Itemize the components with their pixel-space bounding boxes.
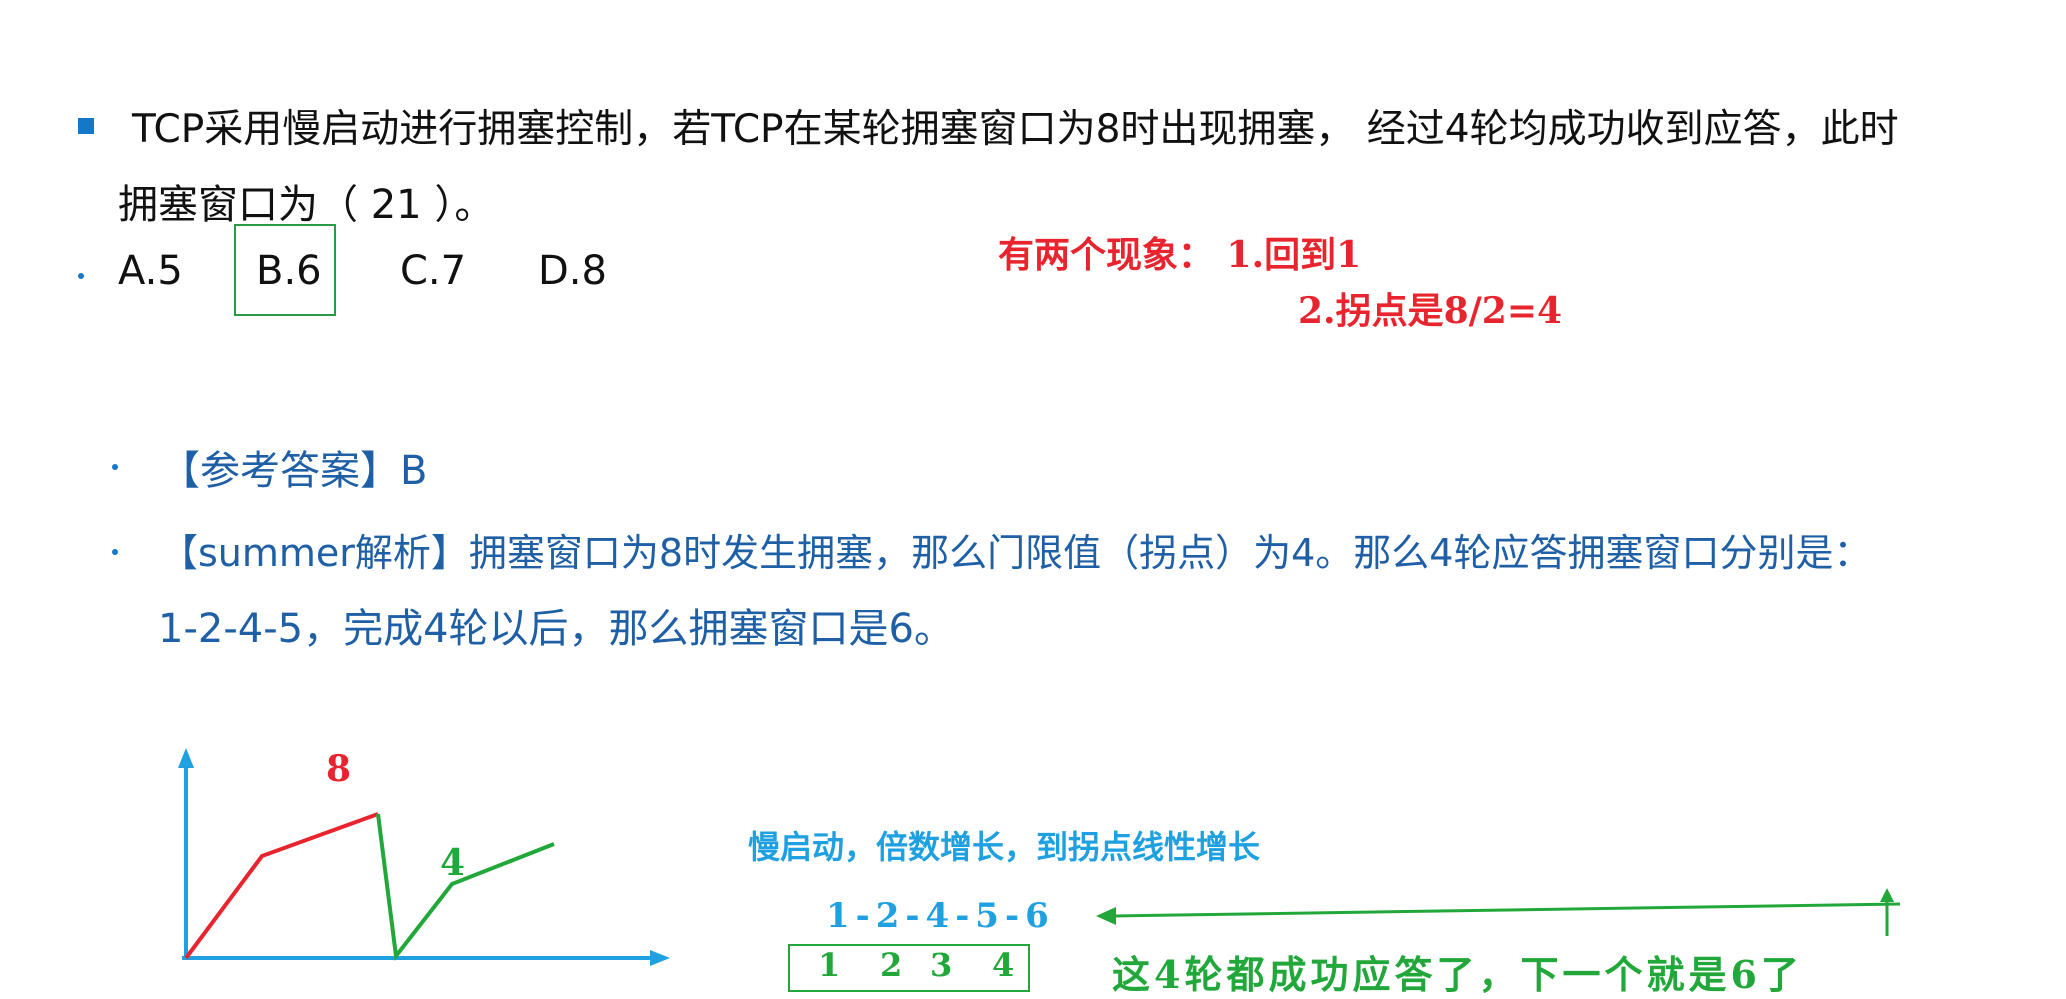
graph-label-threshold: 4 [440, 842, 466, 884]
round-1: 1 [818, 946, 841, 984]
analysis-line-2: 1-2-4-5，完成4轮以后，那么拥塞窗口是6。 [158, 606, 954, 652]
up-arrow [1880, 888, 1894, 936]
y-axis-arrow-icon [178, 748, 194, 768]
analysis-bullet-icon [112, 549, 118, 555]
option-c: C.7 [400, 248, 467, 294]
annotation-line-2: 2.拐点是8/2=4 [1298, 290, 1563, 332]
recovery-curve [376, 813, 555, 962]
sequence-note: 1-2-4-5-6 [826, 896, 1055, 936]
sequence-arrow [1096, 902, 1901, 925]
round-4: 4 [992, 946, 1015, 984]
round-3: 3 [930, 946, 953, 984]
left-arrow-icon [1096, 907, 1116, 925]
question-line-1: TCP采用慢启动进行拥塞控制，若TCP在某轮拥塞窗口为8时出现拥塞， 经过4轮均… [132, 107, 1899, 152]
question-line-2: 拥塞窗口为（ 21 ）。 [118, 182, 495, 228]
option-d: D.8 [538, 248, 607, 294]
slow-start-curve [184, 812, 379, 960]
option-b: B.6 [256, 248, 322, 294]
x-axis-arrow-icon [650, 950, 670, 966]
annotation-line-1: 有两个现象： 1.回到1 [998, 234, 1362, 276]
analysis-line-1: 【summer解析】拥塞窗口为8时发生拥塞，那么门限值（拐点）为4。那么4轮应答… [160, 531, 1872, 575]
reference-bullet-icon [112, 464, 118, 470]
up-arrow-icon [1880, 888, 1894, 902]
slow-start-note: 慢启动，倍数增长，到拐点线性增长 [748, 828, 1261, 866]
reference-answer: 【参考答案】B [160, 448, 428, 494]
options-bullet-icon [78, 273, 84, 279]
question-bullet-icon [78, 118, 94, 134]
round-2: 2 [880, 946, 903, 984]
option-a: A.5 [118, 248, 183, 294]
conclusion-note: 这4轮都成功应答了，下一个就是6了 [1112, 952, 1803, 997]
graph-label-peak: 8 [326, 748, 352, 790]
congestion-graph [178, 748, 670, 966]
